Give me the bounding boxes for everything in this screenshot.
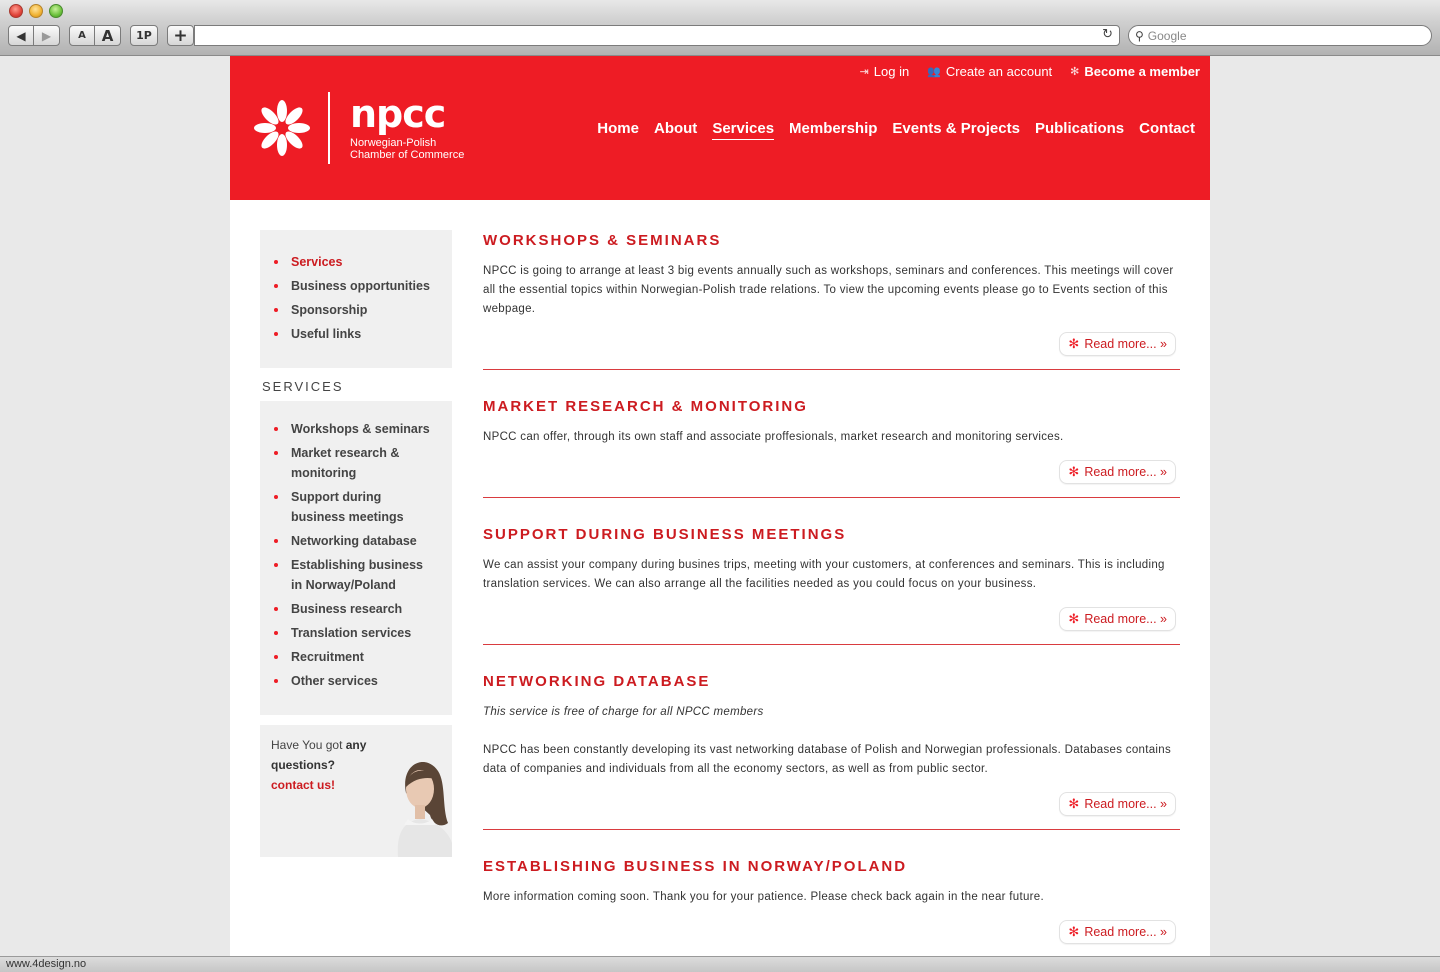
entry-title: ESTABLISHING BUSINESS IN NORWAY/POLAND (483, 858, 908, 875)
zoom-window-button[interactable] (49, 4, 63, 18)
decrease-font-button[interactable]: A (69, 25, 95, 46)
flower-icon: ✻ (1070, 65, 1080, 78)
entry-title: MARKET RESEARCH & MONITORING (483, 398, 808, 415)
sidebar-item-networking-database[interactable]: Networking database (274, 531, 452, 551)
close-window-button[interactable] (9, 4, 23, 18)
browser-viewport: ⇥ Log in 👥 Create an account ✻ Become a mem… (0, 56, 1440, 956)
sidebar-item-market-research[interactable]: Market research & monitoring (274, 443, 404, 483)
browser-toolbar: ◀ ▶ A A 1P + ↻ ⚲ Google (0, 22, 1440, 56)
entry-body: We can assist your company during busine… (483, 559, 1165, 590)
logo-text: npcc Norwegian-Polish Chamber of Commerc… (350, 95, 464, 161)
users-icon: 👥 (927, 65, 941, 78)
service-entry: WORKSHOPS & SEMINARS NPCC is going to ar… (483, 230, 1180, 370)
read-more-button[interactable]: ✻ Read more... » (1059, 332, 1176, 356)
service-entry: NETWORKING DATABASE This service is free… (483, 671, 1180, 830)
service-entry: ESTABLISHING BUSINESS IN NORWAY/POLAND M… (483, 856, 1180, 956)
read-more-button[interactable]: ✻ Read more... » (1059, 607, 1176, 631)
questions-text: Have You got any questions? contact us! (271, 738, 367, 792)
login-icon: ⇥ (859, 65, 869, 78)
read-more-button[interactable]: ✻ Read more... » (1059, 792, 1176, 816)
window-titlebar (0, 0, 1440, 22)
become-member-link[interactable]: ✻ Become a member (1070, 64, 1200, 79)
sidebar-item-other-services[interactable]: Other services (274, 671, 452, 691)
password-manager-button[interactable]: 1P (130, 25, 158, 46)
nav-events-projects[interactable]: Events & Projects (892, 120, 1020, 140)
read-more-button[interactable]: ✻ Read more... » (1059, 460, 1176, 484)
flower-icon: ✻ (1068, 796, 1080, 812)
login-link[interactable]: ⇥ Log in (860, 64, 910, 79)
services-heading: SERVICES (262, 379, 344, 394)
nav-membership[interactable]: Membership (789, 120, 877, 140)
address-bar[interactable]: ↻ (194, 25, 1120, 46)
search-icon: ⚲ (1135, 28, 1144, 43)
sidebar-top-menu: Services Business opportunities Sponsors… (260, 230, 452, 368)
questions-box: Have You got any questions? contact us! (260, 725, 452, 857)
entry-note: This service is free of charge for all N… (483, 706, 764, 718)
add-bookmark-button[interactable]: + (167, 25, 194, 46)
back-button[interactable]: ◀ (8, 25, 34, 46)
flower-icon: ✻ (1068, 924, 1080, 940)
nav-home[interactable]: Home (597, 120, 639, 140)
entry-body: NPCC can offer, through its own staff an… (483, 431, 1064, 443)
account-links: ⇥ Log in 👥 Create an account ✻ Become a mem… (860, 64, 1200, 79)
logo-divider (328, 92, 330, 164)
nav-publications[interactable]: Publications (1035, 120, 1124, 140)
nav-about[interactable]: About (654, 120, 697, 140)
nav-services[interactable]: Services (712, 120, 775, 140)
service-entry: MARKET RESEARCH & MONITORING NPCC can of… (483, 396, 1180, 498)
search-placeholder: Google (1147, 28, 1187, 43)
service-entry: SUPPORT DURING BUSINESS MEETINGS We can … (483, 524, 1180, 645)
minimize-window-button[interactable] (29, 4, 43, 18)
status-bar: www.4design.no (0, 956, 1440, 972)
logo-subtitle-2: Chamber of Commerce (350, 149, 465, 161)
sidebar-item-workshops[interactable]: Workshops & seminars (274, 419, 452, 439)
nav-contact[interactable]: Contact (1139, 120, 1195, 140)
sidebar-item-business-research[interactable]: Business research (274, 599, 452, 619)
contact-us-link[interactable]: contact us! (271, 778, 335, 792)
entry-body: NPCC has been constantly developing its … (483, 744, 1172, 775)
logo-name: npcc (350, 92, 446, 136)
forward-button[interactable]: ▶ (33, 25, 60, 46)
entry-title: NETWORKING DATABASE (483, 673, 711, 690)
entry-title: SUPPORT DURING BUSINESS MEETINGS (483, 526, 847, 543)
reload-icon[interactable]: ↻ (1102, 27, 1113, 42)
site-header: ⇥ Log in 👥 Create an account ✻ Become a mem… (230, 56, 1210, 200)
sidebar-item-services[interactable]: Services (274, 252, 452, 272)
flower-icon: ✻ (1068, 336, 1080, 352)
entry-title: WORKSHOPS & SEMINARS (483, 232, 722, 249)
sidebar-item-translation[interactable]: Translation services (274, 623, 452, 643)
increase-font-button[interactable]: A (94, 25, 121, 46)
site-logo[interactable]: npcc Norwegian-Polish Chamber of Commerc… (250, 92, 464, 164)
search-field[interactable]: ⚲ Google (1128, 25, 1432, 46)
read-more-button[interactable]: ✻ Read more... » (1059, 920, 1176, 944)
entry-body: More information coming soon. Thank you … (483, 891, 1044, 903)
logo-subtitle-1: Norwegian-Polish (350, 137, 437, 149)
main-navigation: Home About Services Membership Events & … (597, 120, 1195, 140)
sidebar-services-menu: Workshops & seminars Market research & m… (260, 401, 452, 715)
contact-person-portrait (397, 762, 452, 857)
flower-icon: ✻ (1068, 464, 1080, 480)
flower-icon: ✻ (1068, 611, 1080, 627)
services-content: WORKSHOPS & SEMINARS NPCC is going to ar… (483, 230, 1180, 956)
sidebar-item-business-opportunities[interactable]: Business opportunities (274, 276, 452, 296)
sidebar-item-recruitment[interactable]: Recruitment (274, 647, 452, 667)
page-container: ⇥ Log in 👥 Create an account ✻ Become a mem… (230, 56, 1210, 956)
sidebar-item-establishing-business[interactable]: Establishing business in Norway/Poland (274, 555, 434, 595)
sidebar-item-support-meetings[interactable]: Support during business meetings (274, 487, 434, 527)
create-account-link[interactable]: 👥 Create an account (927, 64, 1052, 79)
sidebar-item-sponsorship[interactable]: Sponsorship (274, 300, 452, 320)
entry-body: NPCC is going to arrange at least 3 big … (483, 265, 1174, 315)
npcc-flower-logo-icon (254, 100, 310, 156)
sidebar-item-useful-links[interactable]: Useful links (274, 324, 452, 344)
